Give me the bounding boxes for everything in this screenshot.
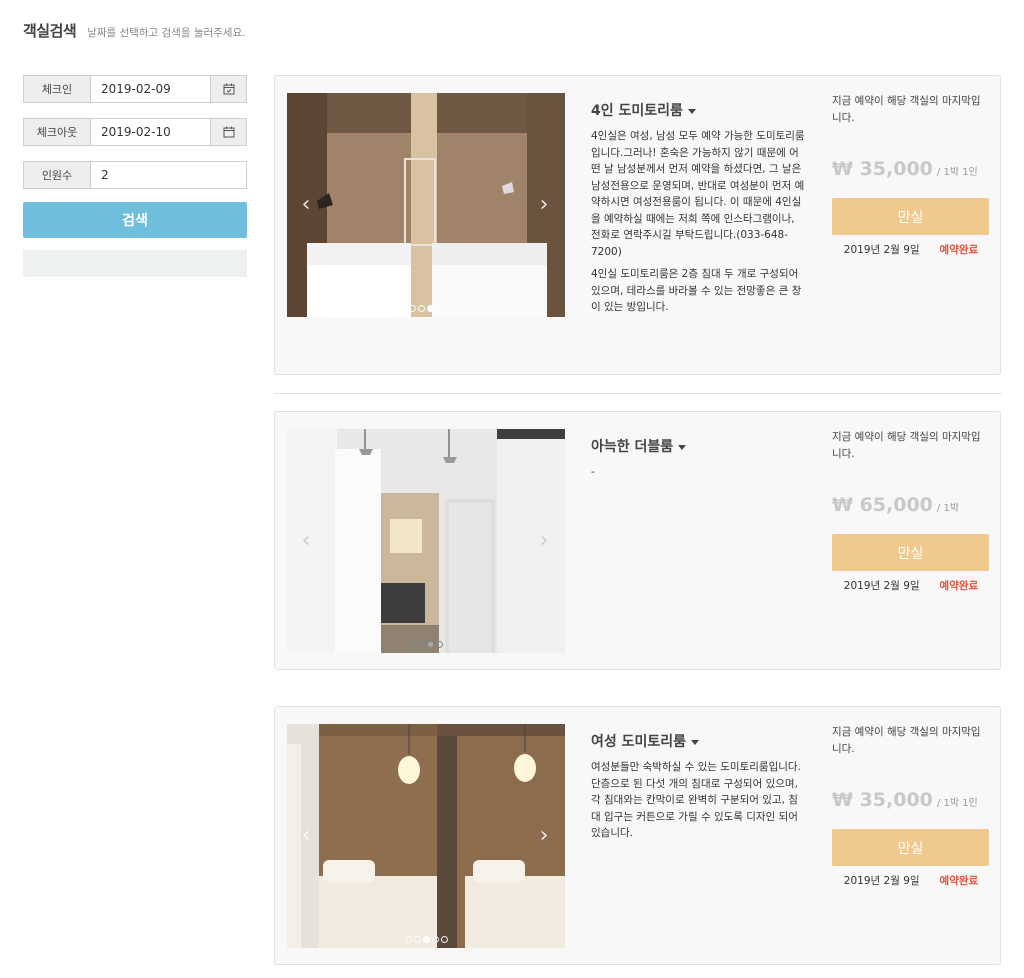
room-card: ‹ › 아늑한 더블룸 - 지금 예약이 해당 객실의 마지막입니다. ₩ 65… (274, 411, 1001, 670)
photo-next-button[interactable]: › (535, 525, 553, 555)
photo-dot[interactable] (427, 305, 434, 312)
checkout-row: 체크아웃 (23, 118, 247, 146)
calendar-icon (223, 126, 234, 138)
price-line: ₩ 35,000 / 1박 1인 (832, 158, 990, 180)
photo-dot[interactable] (436, 641, 443, 648)
checkin-calendar-button[interactable] (211, 75, 247, 103)
room-name: 여성 도미토리룸 (591, 734, 687, 750)
checkin-input[interactable] (90, 75, 211, 103)
photo-dot[interactable] (413, 936, 421, 943)
room-photo (287, 724, 565, 948)
photo-dot[interactable] (422, 936, 430, 943)
guests-row: 인원수 (23, 161, 247, 189)
last-room-notice: 지금 예약이 해당 객실의 마지막입니다. (832, 95, 981, 124)
photo-dot[interactable] (436, 305, 443, 312)
room-photo-carousel[interactable]: ‹ › (287, 724, 565, 948)
room-name: 4인 도미토리룸 (591, 103, 683, 119)
last-room-notice: 지금 예약이 해당 객실의 마지막입니다. (832, 431, 981, 460)
price-unit: / 1박 1인 (936, 798, 978, 809)
search-button[interactable]: 검색 (23, 202, 247, 238)
guests-label: 인원수 (23, 161, 90, 189)
room-info: 여성 도미토리룸 여성분들만 숙박하실 수 있는 도미토리룸입니다. 단층으로 … (591, 731, 807, 842)
room-name: 아늑한 더블룸 (591, 439, 674, 455)
photo-next-button[interactable]: › (535, 820, 553, 850)
room-card: ‹ › 4인 도미토리룸 4인실은 여성, 남성 모두 예약 가능한 도미토리룸… (274, 75, 1001, 375)
room-name-toggle[interactable]: 4인 도미토리룸 (591, 100, 807, 120)
room-name-toggle[interactable]: 아늑한 더블룸 (591, 436, 807, 456)
page-title: 객실검색 (23, 22, 77, 40)
room-description: 여성분들만 숙박하실 수 있는 도미토리룸입니다. 단층으로 된 다섯 개의 침… (591, 761, 801, 839)
booking-panel: 지금 예약이 해당 객실의 마지막입니다. ₩ 35,000 / 1박 1인 만… (832, 724, 990, 888)
date-status: 2019년 2월 9일 예약완료 (832, 873, 990, 888)
room-price: ₩ 35,000 (832, 789, 933, 811)
page-header: 객실검색 날짜를 선택하고 검색을 눌러주세요. (23, 20, 245, 41)
date-status: 2019년 2월 9일 예약완료 (832, 578, 990, 593)
room-photo (287, 93, 565, 317)
soldout-button[interactable]: 만실 (832, 198, 989, 235)
room-price: ₩ 65,000 (832, 494, 933, 516)
photo-indicator (287, 305, 565, 312)
checkin-label: 체크인 (23, 75, 90, 103)
room-description: 4인실 도미토리룸은 2층 침대 두 개로 구성되어있으며, 테라스를 바라볼 … (591, 268, 802, 313)
photo-indicator (287, 641, 565, 648)
room-name-toggle[interactable]: 여성 도미토리룸 (591, 731, 807, 751)
checkout-input[interactable] (90, 118, 211, 146)
booking-panel: 지금 예약이 해당 객실의 마지막입니다. ₩ 65,000 / 1박 만실 2… (832, 429, 990, 593)
checkout-label: 체크아웃 (23, 118, 90, 146)
photo-prev-button[interactable]: ‹ (297, 525, 315, 555)
room-info: 아늑한 더블룸 - (591, 436, 807, 481)
last-room-notice: 지금 예약이 해당 객실의 마지막입니다. (832, 726, 981, 755)
calendar-icon (223, 83, 234, 95)
room-photo-carousel[interactable]: ‹ › (287, 93, 565, 317)
soldout-button[interactable]: 만실 (832, 829, 989, 866)
booking-date: 2019년 2월 9일 (843, 875, 920, 887)
room-photo (287, 429, 565, 653)
price-line: ₩ 35,000 / 1박 1인 (832, 789, 990, 811)
room-info: 4인 도미토리룸 4인실은 여성, 남성 모두 예약 가능한 도미토리룸입니다.… (591, 100, 807, 316)
photo-dot[interactable] (418, 305, 425, 312)
price-unit: / 1박 1인 (936, 167, 978, 178)
caret-down-icon (678, 444, 687, 450)
checkin-row: 체크인 (23, 75, 247, 103)
search-panel: 체크인 체크아웃 인원수 검색 (23, 75, 247, 277)
card-divider (274, 393, 1002, 394)
checkout-calendar-button[interactable] (211, 118, 247, 146)
photo-dot[interactable] (431, 936, 439, 943)
photo-dot[interactable] (418, 641, 425, 648)
guests-input[interactable] (90, 161, 247, 189)
status-badge: 예약완료 (939, 244, 979, 256)
booking-date: 2019년 2월 9일 (843, 244, 920, 256)
price-unit: / 1박 (936, 503, 960, 514)
room-photo-carousel[interactable]: ‹ › (287, 429, 565, 653)
photo-dot[interactable] (409, 305, 416, 312)
photo-dot[interactable] (440, 936, 448, 943)
page-subtitle: 날짜를 선택하고 검색을 눌러주세요. (87, 27, 246, 39)
caret-down-icon (687, 108, 696, 114)
room-description: 4인실은 여성, 남성 모두 예약 가능한 도미토리룸입니다.그러나! 혼숙은 … (591, 130, 805, 258)
price-line: ₩ 65,000 / 1박 (832, 494, 990, 516)
photo-dot[interactable] (409, 641, 416, 648)
photo-dot[interactable] (427, 641, 434, 648)
caret-down-icon (691, 739, 700, 745)
status-badge: 예약완료 (939, 580, 979, 592)
room-description: - (591, 466, 595, 478)
booking-panel: 지금 예약이 해당 객실의 마지막입니다. ₩ 35,000 / 1박 1인 만… (832, 93, 990, 257)
photo-next-button[interactable]: › (535, 189, 553, 219)
soldout-button[interactable]: 만실 (832, 534, 989, 571)
status-badge: 예약완료 (939, 875, 979, 887)
date-status: 2019년 2월 9일 예약완료 (832, 242, 990, 257)
photo-prev-button[interactable]: ‹ (297, 820, 315, 850)
search-info-bar (23, 250, 247, 277)
booking-date: 2019년 2월 9일 (843, 580, 920, 592)
photo-indicator (287, 936, 565, 943)
photo-dot[interactable] (404, 936, 412, 943)
room-price: ₩ 35,000 (832, 158, 933, 180)
photo-prev-button[interactable]: ‹ (297, 189, 315, 219)
room-card: ‹ › 여성 도미토리룸 여성분들만 숙박하실 수 있는 도미토리룸입니다. 단… (274, 706, 1001, 965)
